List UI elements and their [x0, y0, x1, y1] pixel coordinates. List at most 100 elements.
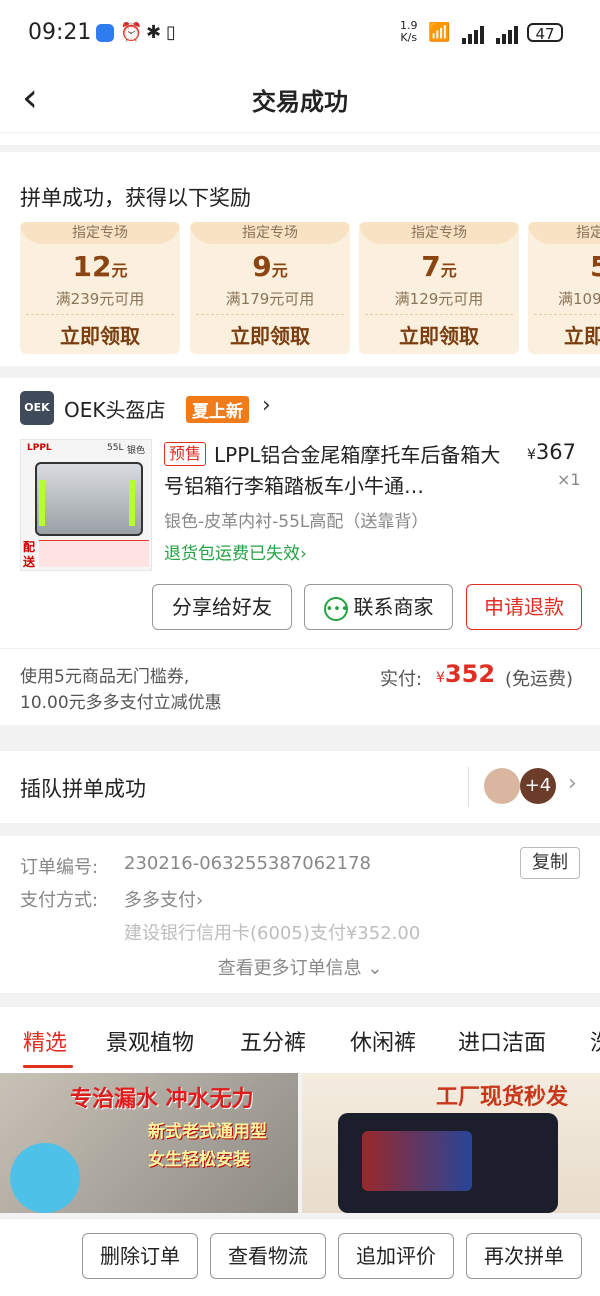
order-info: 订单编号: 230216-063255387062178 复制 支付方式: 多多… [0, 836, 600, 993]
coupon-divider [365, 314, 513, 315]
wifi-icon: 📶 [428, 22, 451, 43]
net-speed: 1.9 K/s [400, 20, 418, 44]
avatar [484, 768, 520, 804]
paid-amount: ¥352 [436, 660, 496, 688]
banner-headline: 专治漏水 冲水无力 [70, 1087, 254, 1112]
top-content-edge [0, 133, 600, 145]
divider [468, 767, 469, 807]
more-order-info[interactable]: 查看更多订单信息 ⌄ [0, 952, 600, 980]
shop-name[interactable]: OEK头盔店 [64, 394, 166, 423]
product-price: ¥367 [527, 440, 577, 464]
coupon-card[interactable]: 指定 5 满109 立即 [528, 222, 600, 354]
bottom-action-bar: 删除订单 查看物流 追加评价 再次拼单 [0, 1218, 600, 1296]
coupon-amount: 9元 [252, 250, 288, 283]
recommend-item-image[interactable]: 工厂现货秒发 [302, 1073, 600, 1213]
order-number-label: 订单编号: [20, 857, 99, 878]
coupon-condition: 满109 [558, 290, 600, 308]
coupon-tag: 指定 [528, 222, 600, 244]
discount-info: 使用5元商品无门槛券, 10.00元多多支付立减优惠 [20, 664, 222, 716]
recommend-item-image[interactable]: 专治漏水 冲水无力 新式老式通用型 女生轻松安装 [0, 1073, 298, 1213]
net-speed-unit: K/s [400, 31, 418, 44]
battery-icon: 47 [527, 23, 563, 43]
signal-icon [462, 26, 484, 44]
order-number: 230216-063255387062178 [124, 853, 371, 874]
alarm-icon: ⏰ [120, 22, 143, 43]
claim-button[interactable]: 立即领取 [190, 320, 350, 349]
coupon-card[interactable]: 指定专场 7元 满129元可用 立即领取 [359, 222, 519, 354]
page-title: 交易成功 [252, 88, 348, 116]
coupon-condition: 满179元可用 [225, 290, 315, 308]
delete-order-button[interactable]: 删除订单 [82, 1233, 198, 1279]
tab-landscape-plants[interactable]: 景观植物 [106, 1025, 194, 1057]
tab-featured[interactable]: 精选 [23, 1025, 67, 1057]
refund-button[interactable]: 申请退款 [466, 584, 582, 630]
bluetooth-icon: ✱ [146, 22, 162, 43]
coupon-amount: 5 [590, 250, 600, 283]
claim-button[interactable]: 立即领取 [20, 320, 180, 349]
coupon-card[interactable]: 指定专场 12元 满239元可用 立即领取 [20, 222, 180, 354]
rewards-section: 拼单成功，获得以下奖励 指定专场 12元 满239元可用 立即领取 指定专场 9… [0, 152, 600, 366]
vibrate-icon: ▯ [166, 22, 176, 43]
divider [0, 648, 600, 649]
coupon-tag: 指定专场 [190, 222, 350, 244]
signal-icon-2 [496, 26, 518, 44]
shop-logo[interactable]: OEK [20, 391, 54, 425]
order-card: OEK OEK头盔店 夏上新 › LPPL 55L 银色 配 送 LPPL铝合金… [0, 378, 600, 725]
payment-method[interactable]: 多多支付› [124, 886, 203, 912]
shop-new-badge: 夏上新 [186, 396, 249, 423]
tab-imported-cleanser[interactable]: 进口洁面 [458, 1025, 546, 1057]
paid-shipping: (免运费) [505, 669, 574, 690]
coupon-tag: 指定专场 [20, 222, 180, 244]
chevron-right-icon: › [196, 890, 204, 911]
group-title: 插队拼单成功 [20, 777, 146, 801]
copy-button[interactable]: 复制 [520, 847, 580, 879]
chevron-right-icon[interactable]: › [262, 393, 271, 418]
app-notification-icon [96, 24, 114, 42]
banner-headline: 工厂现货秒发 [436, 1085, 569, 1110]
payment-label: 支付方式: [20, 890, 99, 911]
coupon-condition: 满239元可用 [55, 290, 145, 308]
product-sku: 银色-皮革内衬-55L高配（送靠背） [164, 512, 429, 532]
group-buy-row[interactable]: 插队拼单成功 +4 › [0, 751, 600, 823]
contact-seller-button[interactable]: ••• 联系商家 [304, 584, 453, 630]
claim-button[interactable]: 立即 [528, 320, 600, 349]
tab-casual-pants[interactable]: 休闲裤 [350, 1025, 416, 1057]
product-accessory-strip [39, 540, 149, 567]
chevron-right-icon: › [300, 544, 307, 564]
coupon-amount: 12元 [72, 250, 128, 283]
product-quantity: ×1 [557, 470, 581, 489]
view-logistics-button[interactable]: 查看物流 [210, 1233, 326, 1279]
product-box [35, 462, 143, 536]
chevron-right-icon[interactable]: › [568, 771, 577, 796]
coupon-card[interactable]: 指定专场 9元 满179元可用 立即领取 [190, 222, 350, 354]
claim-button[interactable]: 立即领取 [359, 320, 519, 349]
product-image-promo-2: 送 [23, 555, 36, 569]
add-review-button[interactable]: 追加评价 [338, 1233, 454, 1279]
product-image[interactable]: LPPL 55L 银色 配 送 [20, 439, 152, 571]
coupon-divider [196, 314, 344, 315]
tab-shorts[interactable]: 五分裤 [240, 1025, 306, 1057]
product-image-color: 银色 [127, 446, 146, 456]
tab-indicator [23, 1065, 73, 1068]
paid-label: 实付: [380, 669, 423, 690]
product-title[interactable]: LPPL铝合金尾箱摩托车后备箱大号铝箱行李箱踏板车小牛通… [164, 440, 509, 502]
status-bar: 09:21 ⏰ ✱ ▯ 1.9 K/s 📶 47 [0, 0, 600, 66]
refund-shipping-note[interactable]: 退货包运费已失效› [164, 539, 307, 564]
regroup-button[interactable]: 再次拼单 [466, 1233, 582, 1279]
product-box-stripe [129, 480, 135, 526]
coupon-divider [534, 314, 600, 315]
nav-bar: ‹ 交易成功 [0, 66, 600, 133]
discount-line: 使用5元商品无门槛券, [20, 667, 190, 687]
avatar-more: +4 [520, 768, 556, 804]
banner-subline: 女生轻松安装 [148, 1150, 250, 1170]
tab-more[interactable]: 洗 [590, 1025, 600, 1057]
coupon-divider [26, 314, 174, 315]
share-button[interactable]: 分享给好友 [152, 584, 292, 630]
recommend-tabs: 精选 景观植物 五分裤 休闲裤 进口洁面 洗 [0, 1007, 600, 1073]
coupon-tag: 指定专场 [359, 222, 519, 244]
discount-line: 10.00元多多支付立减优惠 [20, 693, 222, 713]
product-box-graphic [362, 1131, 472, 1191]
presale-tag: 预售 [164, 442, 207, 466]
toilet-part-shape [10, 1143, 80, 1213]
banner-subline: 新式老式通用型 [148, 1122, 267, 1142]
